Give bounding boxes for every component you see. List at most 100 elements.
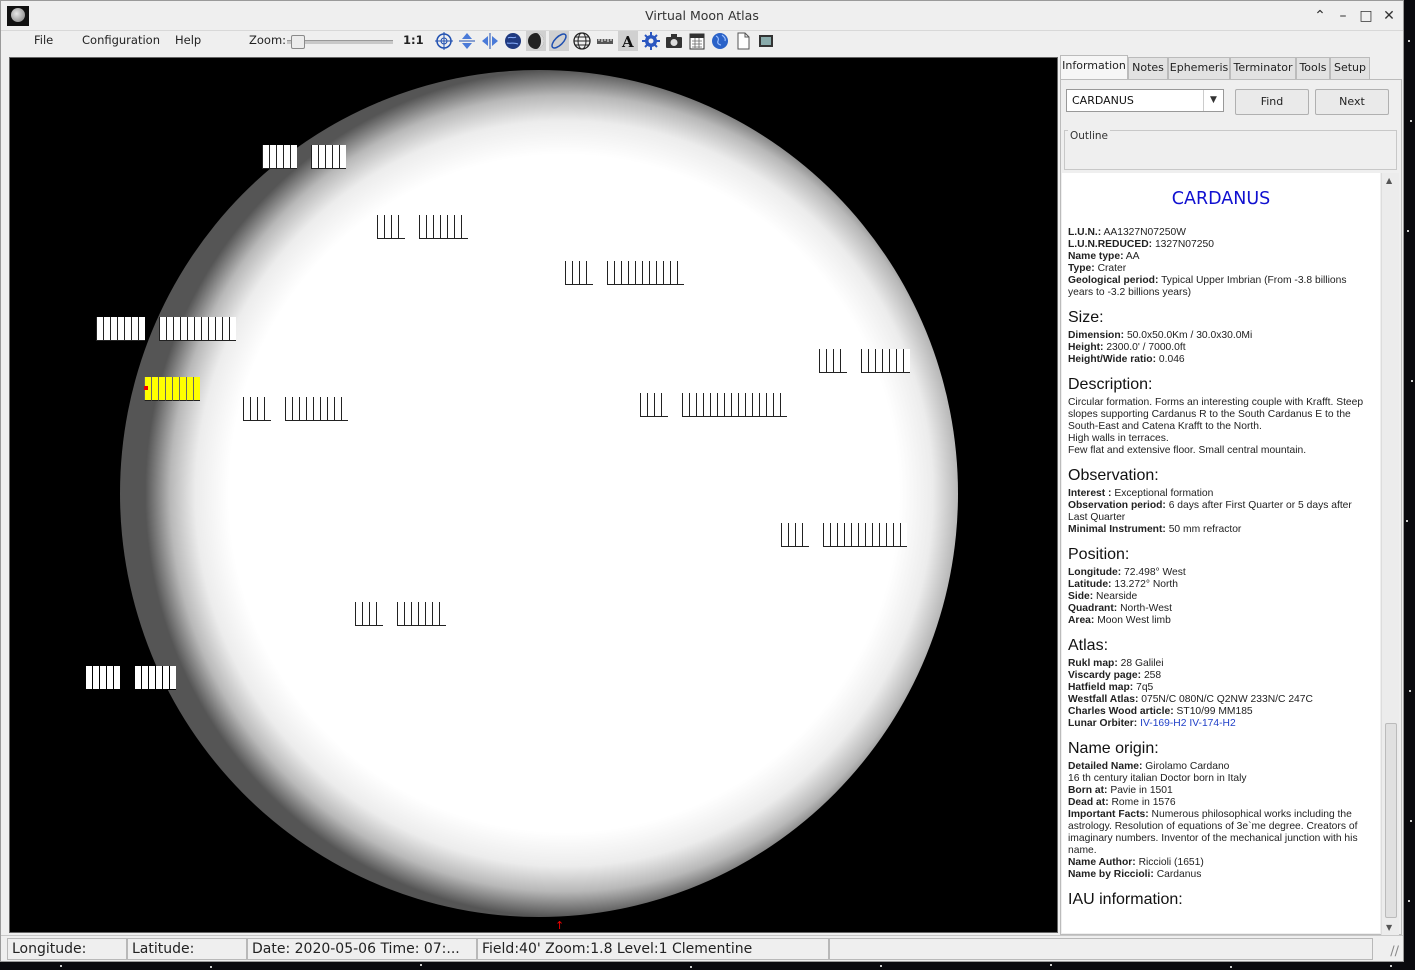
info-row: Observation period: 6 days after First Q…: [1068, 500, 1374, 524]
info-value: Pavie in 1501: [1107, 785, 1173, 796]
label-glyph: [654, 393, 661, 417]
label-glyph: [745, 393, 752, 417]
zoom-slider-thumb[interactable]: [290, 35, 305, 49]
tab-notes[interactable]: Notes: [1128, 57, 1168, 79]
tab-tools[interactable]: Tools: [1296, 57, 1330, 79]
info-value: Nearside: [1093, 591, 1138, 602]
label-glyph: [682, 393, 689, 417]
info-row: Interest : Exceptional formation: [1068, 488, 1374, 500]
title-bar: Virtual Moon Atlas ⌃ – □ ✕: [1, 1, 1403, 31]
librations-icon[interactable]: [549, 31, 569, 51]
label-glyph: [614, 261, 621, 285]
selected-feature-label[interactable]: [144, 377, 200, 401]
phase-icon[interactable]: [526, 31, 546, 51]
next-button[interactable]: Next: [1315, 89, 1389, 115]
info-value: 1327N07250: [1152, 239, 1214, 250]
info-key: Quadrant:: [1068, 603, 1118, 614]
chevron-down-icon[interactable]: ▼: [1203, 90, 1223, 111]
label-word: [565, 261, 593, 285]
star: [1410, 120, 1412, 122]
info-row: Viscardy page: 258: [1068, 670, 1374, 682]
feature-label[interactable]: [640, 393, 787, 417]
menu-help[interactable]: Help: [175, 33, 201, 47]
labels-icon[interactable]: A: [618, 31, 638, 51]
info-row: Name by Riccioli: Cardanus: [1068, 869, 1374, 881]
info-row: Westfall Atlas: 075N/C 080N/C Q2NW 233N/…: [1068, 694, 1374, 706]
label-word: [640, 393, 668, 417]
info-row: Minimal Instrument: 50 mm refractor: [1068, 524, 1374, 536]
status-datetime: Date: 2020-05-06 Time: 07:...: [247, 938, 477, 960]
moon-map-view[interactable]: ↑: [9, 57, 1058, 933]
label-glyph: [138, 317, 145, 341]
settings-icon[interactable]: [641, 31, 661, 51]
resize-grip-icon[interactable]: ∕∕: [1390, 944, 1399, 959]
feature-label[interactable]: [819, 349, 910, 373]
scroll-up-icon[interactable]: ▲: [1386, 176, 1392, 185]
description-line: High walls in terraces.: [1068, 433, 1169, 444]
ruler-icon[interactable]: [595, 31, 615, 51]
name-origin-section: Detailed Name: Girolamo Cardano 16 th cen…: [1068, 761, 1374, 881]
moon-disk[interactable]: [120, 70, 958, 917]
minimize-button[interactable]: –: [1334, 7, 1352, 25]
label-glyph: [896, 349, 903, 373]
tab-terminator[interactable]: Terminator: [1230, 57, 1296, 79]
zoom-slider[interactable]: [287, 35, 393, 49]
label-glyph: [731, 393, 738, 417]
label-glyph: [169, 666, 176, 690]
label-glyph: [802, 523, 809, 547]
star: [1230, 966, 1232, 968]
lunar-orbiter-label: Lunar Orbiter:: [1068, 718, 1138, 729]
menu-configuration[interactable]: Configuration: [82, 33, 160, 47]
info-row: Dimension: 50.0x50.0Km / 30.0x30.0Mi: [1068, 330, 1374, 342]
chevron-up-icon[interactable]: ⌃: [1311, 7, 1329, 25]
label-glyph: [158, 377, 165, 401]
label-glyph: [391, 215, 398, 239]
feature-label[interactable]: [355, 602, 446, 626]
scrollbar-thumb[interactable]: [1385, 723, 1397, 918]
close-button[interactable]: ✕: [1380, 7, 1398, 25]
feature-label[interactable]: [377, 215, 468, 239]
name-origin-heading: Name origin:: [1068, 740, 1159, 757]
flip-horizontal-icon[interactable]: [480, 31, 500, 51]
flip-vertical-icon[interactable]: [457, 31, 477, 51]
grid-icon[interactable]: [572, 31, 592, 51]
label-glyph: [103, 317, 110, 341]
lunar-orbiter-link[interactable]: IV-169-H2: [1140, 718, 1186, 729]
tab-information[interactable]: Information: [1060, 55, 1128, 80]
lunar-orbiter-link[interactable]: IV-174-H2: [1189, 718, 1235, 729]
earth-view-icon[interactable]: [503, 31, 523, 51]
feature-label[interactable]: [565, 261, 684, 285]
description-line: Circular formation. Forms an interesting…: [1068, 397, 1364, 432]
label-glyph: [194, 317, 201, 341]
tab-setup[interactable]: Setup: [1330, 57, 1370, 79]
selected-feature-marker: [144, 386, 148, 390]
feature-search-combo[interactable]: CARDANUS ▼: [1066, 89, 1224, 112]
svg-text:A: A: [621, 33, 634, 51]
fullscreen-icon[interactable]: [756, 31, 776, 51]
feature-label[interactable]: [781, 523, 907, 547]
document-icon[interactable]: [733, 31, 753, 51]
info-value: Exceptional formation: [1111, 488, 1214, 499]
globe-icon[interactable]: [710, 31, 730, 51]
feature-label[interactable]: [85, 666, 176, 690]
info-value: 72.498° West: [1121, 567, 1186, 578]
find-button[interactable]: Find: [1235, 89, 1309, 115]
label-glyph: [311, 145, 318, 169]
label-glyph: [334, 397, 341, 421]
info-value: 13.272° North: [1111, 579, 1178, 590]
label-glyph: [703, 393, 710, 417]
zoom-reset-button[interactable]: 1:1: [403, 33, 424, 47]
info-key: Area:: [1068, 615, 1095, 626]
label-glyph: [173, 317, 180, 341]
maximize-button[interactable]: □: [1357, 7, 1375, 25]
scroll-down-icon[interactable]: ▼: [1386, 923, 1392, 932]
target-icon[interactable]: [434, 31, 454, 51]
menu-file[interactable]: File: [34, 33, 53, 47]
calendar-icon[interactable]: [687, 31, 707, 51]
tab-ephemeris[interactable]: Ephemeris: [1168, 57, 1230, 79]
camera-icon[interactable]: [664, 31, 684, 51]
feature-label[interactable]: [243, 397, 348, 421]
feature-label[interactable]: [262, 145, 346, 169]
info-scrollbar[interactable]: ▲ ▼: [1381, 173, 1399, 935]
feature-label[interactable]: [96, 317, 236, 341]
